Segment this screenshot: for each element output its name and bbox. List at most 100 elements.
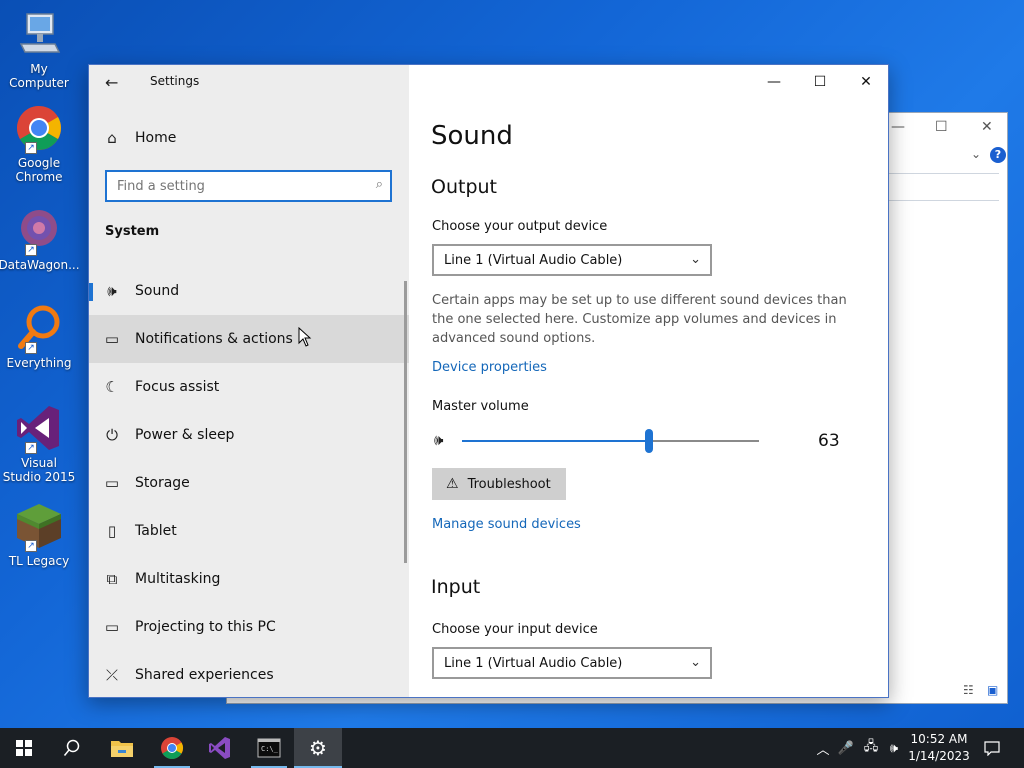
terminal-icon: C:\_ xyxy=(257,738,281,758)
start-button[interactable] xyxy=(0,728,48,768)
nav-item-label: Tablet xyxy=(135,523,177,539)
desktop-icon-tl-legacy[interactable]: ↗ TL Legacy xyxy=(2,502,76,568)
large-icons-view-icon[interactable]: ▣ xyxy=(987,683,998,697)
help-icon[interactable]: ? xyxy=(990,147,1006,163)
chrome-icon: ↗ xyxy=(15,104,63,154)
address-bar[interactable] xyxy=(889,173,999,201)
settings-window[interactable]: ← Settings ⌂ Home ⌕ System 🕪 Sound ▭ Not… xyxy=(88,64,889,698)
details-view-icon[interactable]: ☷ xyxy=(963,683,974,697)
output-device-label: Choose your output device xyxy=(432,219,608,234)
nav-item-shared-experiences[interactable]: ⤫ Shared experiences xyxy=(89,651,409,699)
chevron-down-icon[interactable]: ⌄ xyxy=(971,147,981,161)
action-center-icon[interactable] xyxy=(980,728,1004,768)
maximize-icon[interactable]: ☐ xyxy=(935,119,948,135)
manage-sound-devices-link[interactable]: Manage sound devices xyxy=(432,517,581,532)
nav-home-label: Home xyxy=(135,130,177,146)
network-icon[interactable]: 🖧 xyxy=(861,728,881,768)
visual-studio-icon xyxy=(209,737,230,759)
svg-text:C:\_: C:\_ xyxy=(261,745,279,753)
chrome-icon xyxy=(161,737,183,759)
storage-icon: ▭ xyxy=(104,474,120,492)
microphone-icon[interactable]: 🎤 xyxy=(838,728,854,768)
minimize-icon[interactable]: — xyxy=(891,119,905,135)
volume-icon[interactable]: 🕪 xyxy=(884,728,904,768)
troubleshoot-label: Troubleshoot xyxy=(467,476,551,492)
master-volume-row: 🕪 63 xyxy=(432,429,852,453)
volume-slider-fill xyxy=(462,440,650,442)
desktop-icon-label: DataWagon... xyxy=(0,258,80,272)
nav-home[interactable]: ⌂ Home xyxy=(89,121,409,155)
clock-date: 1/14/2023 xyxy=(908,749,970,763)
settings-search[interactable]: ⌕ xyxy=(105,170,392,202)
nav-item-label: Storage xyxy=(135,475,190,491)
nav-item-label: Power & sleep xyxy=(135,427,235,443)
desktop-icon-chrome[interactable]: ↗ Google Chrome xyxy=(2,104,76,184)
input-heading: Input xyxy=(431,576,481,598)
output-device-dropdown[interactable]: Line 1 (Virtual Audio Cable) ⌄ xyxy=(432,244,712,276)
speaker-icon: 🕪 xyxy=(107,282,117,300)
nav-item-multitasking[interactable]: ⧉ Multitasking xyxy=(89,555,409,603)
desktop-icon-label: My Computer xyxy=(9,62,69,90)
computer-icon xyxy=(15,10,63,58)
nav-section-heading: System xyxy=(105,224,160,239)
desktop-icon-datawagon[interactable]: ↗ DataWagon... xyxy=(0,206,80,272)
desktop-icon-visual-studio[interactable]: ↗ Visual Studio 2015 xyxy=(2,404,76,484)
nav-item-label: Focus assist xyxy=(135,379,220,395)
nav-item-power-sleep[interactable]: ⏻ Power & sleep xyxy=(89,411,409,459)
grass-block-icon: ↗ xyxy=(15,502,63,552)
page-title: Sound xyxy=(431,121,513,151)
master-volume-label: Master volume xyxy=(432,399,529,414)
desktop-icon-label: Everything xyxy=(6,356,72,370)
device-properties-link[interactable]: Device properties xyxy=(432,360,547,375)
close-icon[interactable]: ✕ xyxy=(981,119,993,135)
input-device-dropdown[interactable]: Line 1 (Virtual Audio Cable) ⌄ xyxy=(432,647,712,679)
nav-item-sound[interactable]: 🕪 Sound xyxy=(89,267,409,315)
nav-item-focus-assist[interactable]: ☾ Focus assist xyxy=(89,363,409,411)
search-icon: ⌕ xyxy=(375,177,383,192)
desktop-icon-everything[interactable]: ↗ Everything xyxy=(2,304,76,370)
input-device-label: Choose your input device xyxy=(432,622,598,637)
search-input[interactable] xyxy=(107,172,347,200)
desktop-icon-label: Visual Studio 2015 xyxy=(2,456,76,484)
taskbar: C:\_ ⚙ ︿ 🎤 🖧 🕪 10:52 AM 1/14/2023 xyxy=(0,728,1024,768)
folder-icon xyxy=(111,741,133,757)
taskbar-settings[interactable]: ⚙ xyxy=(294,728,342,768)
title-bar: ← Settings xyxy=(89,65,409,99)
warning-icon: ⚠ xyxy=(446,476,459,492)
back-arrow-icon[interactable]: ← xyxy=(105,73,123,92)
volume-slider[interactable] xyxy=(462,429,759,453)
taskbar-chrome[interactable] xyxy=(148,728,196,768)
nav-item-notifications[interactable]: ▭ Notifications & actions xyxy=(89,315,409,363)
search-magnifier-icon: ↗ xyxy=(15,304,63,354)
output-heading: Output xyxy=(431,176,497,198)
tablet-icon: ▯ xyxy=(107,522,117,540)
nav-item-projecting[interactable]: ▭ Projecting to this PC xyxy=(89,603,409,651)
volume-slider-thumb[interactable] xyxy=(645,429,654,453)
taskbar-command-prompt[interactable]: C:\_ xyxy=(245,728,293,768)
nav-item-label: Projecting to this PC xyxy=(135,619,276,635)
nav-item-tablet[interactable]: ▯ Tablet xyxy=(89,507,409,555)
troubleshoot-button[interactable]: ⚠ Troubleshoot xyxy=(432,468,566,500)
desktop-icon-my-computer[interactable]: My Computer xyxy=(2,10,76,90)
nav-scrollbar[interactable] xyxy=(404,281,407,563)
output-description: Certain apps may be set up to use differ… xyxy=(432,293,847,346)
mouse-cursor-icon xyxy=(298,327,312,347)
desktop-icon-label: Google Chrome xyxy=(15,156,63,184)
nav-item-label: Shared experiences xyxy=(135,667,274,683)
volume-value: 63 xyxy=(818,431,840,451)
nav-item-storage[interactable]: ▭ Storage xyxy=(89,459,409,507)
datawagon-icon: ↗ xyxy=(15,206,63,256)
nav-list: 🕪 Sound ▭ Notifications & actions ☾ Focu… xyxy=(89,267,409,699)
notification-icon: ▭ xyxy=(104,330,120,348)
clock[interactable]: 10:52 AM 1/14/2023 xyxy=(906,731,972,765)
taskbar-file-explorer[interactable] xyxy=(98,728,146,768)
search-button[interactable] xyxy=(48,728,96,768)
sound-page: Sound Output Choose your output device L… xyxy=(431,65,871,697)
input-device-value: Line 1 (Virtual Audio Cable) xyxy=(444,655,623,671)
taskbar-visual-studio[interactable] xyxy=(196,728,244,768)
search-icon xyxy=(63,739,80,756)
speaker-icon[interactable]: 🕪 xyxy=(434,431,443,449)
shared-icon: ⤫ xyxy=(105,666,118,684)
tray-overflow-chevron-icon[interactable]: ︿ xyxy=(814,728,832,768)
settings-nav-pane: ← Settings ⌂ Home ⌕ System 🕪 Sound ▭ Not… xyxy=(89,65,409,697)
